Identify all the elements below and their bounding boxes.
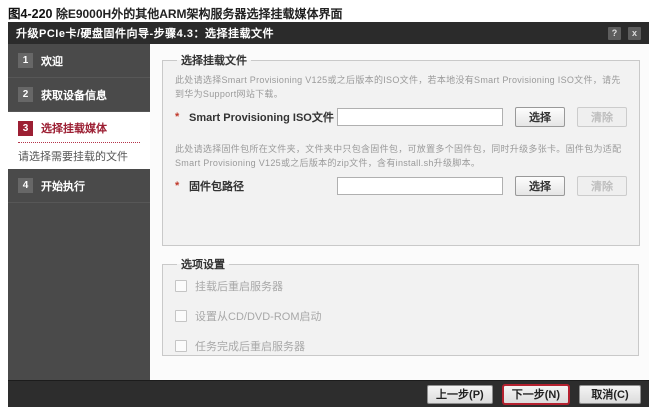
next-button[interactable]: 下一步(N): [503, 385, 569, 404]
boot-from-cd-checkbox[interactable]: [175, 310, 187, 322]
step-label: 选择挂载媒体: [41, 120, 107, 136]
close-icon[interactable]: x: [628, 27, 641, 40]
option-label: 设置从CD/DVD-ROM启动: [195, 308, 322, 324]
figure-label: 图4-220: [8, 7, 52, 21]
help-icon[interactable]: ?: [608, 27, 621, 40]
figure-caption: 图4-220 除E9000H外的其他ARM架构服务器选择挂载媒体界面: [8, 3, 343, 22]
option-row-restart-after-mount: 挂载后重启服务器: [175, 278, 626, 294]
wizard-steps-sidebar: 1 欢迎 2 获取设备信息 3 选择挂载媒体 请选择需要挂载的文件 4: [8, 44, 150, 380]
wizard-dialog: 升级PCIe卡/硬盘固件向导-步骤4.3：选择挂载文件 ? x 1 欢迎 2 获…: [8, 22, 649, 407]
option-row-boot-from-cd: 设置从CD/DVD-ROM启动: [175, 308, 626, 324]
step-number-badge: 2: [18, 87, 33, 102]
firmware-hint-text: 此处请选择固件包所在文件夹，文件夹中只包含固件包，可放置多个固件包，同时升级多张…: [175, 143, 627, 171]
previous-button[interactable]: 上一步(P): [427, 385, 493, 404]
iso-file-label: Smart Provisioning ISO文件: [189, 109, 337, 125]
options-group-title: 选项设置: [177, 256, 229, 272]
main-content: 选择挂载文件 此处请选择Smart Provisioning V125或之后版本…: [150, 44, 649, 380]
step-number-badge: 3: [18, 121, 33, 136]
step-number-badge: 1: [18, 53, 33, 68]
options-group: 选项设置 挂载后重启服务器 设置从CD/DVD-ROM启动 任务完成后重启服务器: [162, 256, 639, 356]
step-subtitle: 请选择需要挂载的文件: [18, 148, 140, 164]
firmware-select-button[interactable]: 选择: [515, 176, 565, 196]
cancel-button[interactable]: 取消(C): [579, 385, 641, 404]
required-marker: *: [175, 180, 189, 192]
firmware-path-row: * 固件包路径 选择 清除: [175, 176, 627, 196]
firmware-path-label: 固件包路径: [189, 178, 337, 194]
restart-after-mount-checkbox[interactable]: [175, 280, 187, 292]
file-group-title: 选择挂载文件: [177, 52, 251, 68]
iso-file-row: * Smart Provisioning ISO文件 选择 清除: [175, 107, 627, 127]
step-number-badge: 4: [18, 178, 33, 193]
step-label: 开始执行: [41, 178, 85, 194]
dialog-titlebar: 升级PCIe卡/硬盘固件向导-步骤4.3：选择挂载文件 ? x: [8, 22, 649, 44]
step-label: 欢迎: [41, 53, 63, 69]
restart-after-task-checkbox[interactable]: [175, 340, 187, 352]
step-item-select-media-active[interactable]: 3 选择挂载媒体 请选择需要挂载的文件: [8, 112, 150, 169]
dialog-body: 1 欢迎 2 获取设备信息 3 选择挂载媒体 请选择需要挂载的文件 4: [8, 44, 649, 380]
step-item-execute[interactable]: 4 开始执行: [8, 169, 150, 203]
option-label: 挂载后重启服务器: [195, 278, 283, 294]
select-mount-file-group: 选择挂载文件 此处请选择Smart Provisioning V125或之后版本…: [162, 52, 640, 246]
dialog-footer: 上一步(P) 下一步(N) 取消(C): [8, 380, 649, 407]
page: 图4-220 除E9000H外的其他ARM架构服务器选择挂载媒体界面 升级PCI…: [0, 0, 649, 407]
figure-caption-text: 除E9000H外的其他ARM架构服务器选择挂载媒体界面: [56, 7, 343, 21]
option-row-restart-after-task: 任务完成后重启服务器: [175, 338, 626, 354]
iso-file-input[interactable]: [337, 108, 503, 126]
iso-clear-button[interactable]: 清除: [577, 107, 627, 127]
step-item-welcome[interactable]: 1 欢迎: [8, 44, 150, 78]
step-item-device-info[interactable]: 2 获取设备信息: [8, 78, 150, 112]
dialog-title: 升级PCIe卡/硬盘固件向导-步骤4.3：选择挂载文件: [16, 25, 601, 41]
iso-hint-text: 此处请选择Smart Provisioning V125或之后版本的ISO文件，…: [175, 74, 627, 102]
required-marker: *: [175, 111, 189, 123]
active-step-divider: [18, 142, 140, 143]
option-label: 任务完成后重启服务器: [195, 338, 305, 354]
iso-select-button[interactable]: 选择: [515, 107, 565, 127]
step-label: 获取设备信息: [41, 87, 107, 103]
sidebar-filler: [8, 203, 150, 380]
firmware-clear-button[interactable]: 清除: [577, 176, 627, 196]
firmware-path-input[interactable]: [337, 177, 503, 195]
